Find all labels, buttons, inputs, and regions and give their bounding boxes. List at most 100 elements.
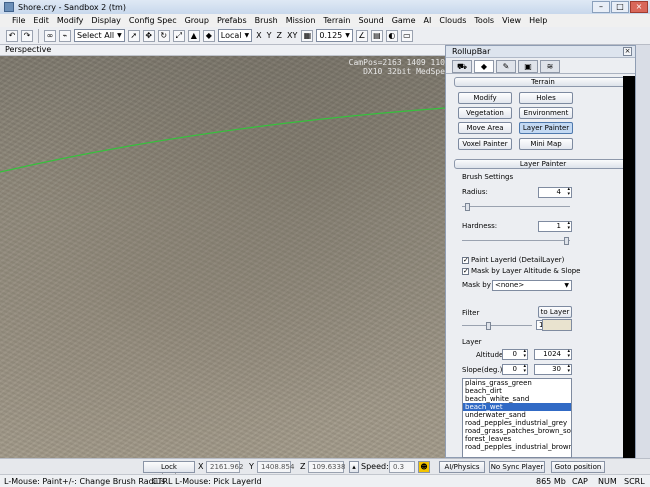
hardness-slider-thumb[interactable] (564, 237, 569, 245)
voxel-painter-button[interactable]: Voxel Painter (458, 138, 512, 150)
viewport-label[interactable]: Perspective (5, 45, 51, 54)
checkmark-icon[interactable]: ✓ (462, 256, 469, 264)
maximize-button[interactable]: □ (611, 1, 629, 13)
environment-button[interactable]: Environment (519, 107, 573, 119)
menu-game[interactable]: Game (388, 16, 420, 25)
redo-icon[interactable]: ↷ (21, 29, 33, 42)
mask-by-dropdown[interactable]: <none> ▼ (492, 280, 572, 291)
axis-x-button[interactable]: X (255, 31, 262, 40)
close-icon[interactable]: × (623, 47, 632, 56)
select-arrow-icon[interactable]: ➚ (127, 29, 140, 42)
menu-view[interactable]: View (498, 16, 525, 25)
filter-slider-thumb[interactable] (486, 322, 491, 330)
move-area-button[interactable]: Move Area (458, 122, 512, 134)
axis-y-button[interactable]: Y (266, 31, 273, 40)
menu-display[interactable]: Display (87, 16, 125, 25)
menu-prefabs[interactable]: Prefabs (213, 16, 251, 25)
undo-icon[interactable]: ↶ (6, 29, 18, 42)
menu-brush[interactable]: Brush (251, 16, 282, 25)
layer-list[interactable]: plains_grass_green beach_dirt beach_whit… (462, 378, 572, 458)
snap-grid-icon[interactable]: ▦ (301, 29, 314, 42)
no-sync-player-button[interactable]: No Sync Player (489, 461, 545, 473)
lock-speed-icon[interactable]: ☻ (418, 461, 430, 473)
minimize-button[interactable]: – (592, 1, 610, 13)
list-item[interactable]: forest_leaves (463, 435, 571, 443)
layer-painter-section-header[interactable]: Layer Painter (454, 159, 624, 169)
altitude-min-input[interactable]: 0 (502, 349, 528, 360)
mask-altitude-checkbox[interactable]: ✓ Mask by Layer Altitude & Slope (462, 267, 581, 275)
material-icon[interactable]: ◐ (385, 29, 398, 42)
hardness-slider[interactable] (462, 237, 570, 246)
tab-modeling-icon[interactable]: ✎ (496, 60, 516, 73)
ai-physics-button[interactable]: AI/Physics (439, 461, 485, 473)
close-button[interactable]: × (630, 1, 648, 13)
vegetation-button[interactable]: Vegetation (458, 107, 512, 119)
x-coordinate-field[interactable]: 2161.962 (206, 461, 243, 473)
filter-color-swatch[interactable] (542, 319, 572, 331)
lock-selection-button[interactable]: Lock Selection (143, 461, 195, 481)
menu-sound[interactable]: Sound (354, 16, 387, 25)
list-item[interactable]: road_pepples_industrial_brown (463, 443, 571, 451)
tab-display-icon[interactable]: ▣ (518, 60, 538, 73)
terrain-section-header[interactable]: Terrain (454, 77, 624, 87)
modify-button[interactable]: Modify (458, 92, 512, 104)
unlink-icon[interactable]: ⌁ (59, 29, 71, 42)
list-item[interactable]: road_grass_patches_brown_soil (463, 427, 571, 435)
y-coordinate-field[interactable]: 1408.854 (257, 461, 294, 473)
menu-ai[interactable]: AI (420, 16, 436, 25)
radius-slider[interactable] (462, 203, 570, 212)
grid-size-dropdown[interactable]: 0.125 ▼ (316, 29, 353, 42)
object-snap-icon[interactable]: ◆ (202, 29, 215, 42)
slope-min-input[interactable]: 0 (502, 364, 528, 375)
tab-objects-icon[interactable]: ⛟ (452, 60, 472, 73)
layer-painter-button[interactable]: Layer Painter (519, 122, 573, 134)
layer-icon[interactable]: ▤ (370, 29, 383, 42)
radius-input[interactable]: 4 (538, 187, 572, 198)
list-item[interactable]: road_pepples_industrial_grey (463, 419, 571, 427)
tab-layers-icon[interactable]: ≋ (540, 60, 560, 73)
rotate-icon[interactable]: ↻ (157, 29, 170, 42)
list-item[interactable]: beach_white_sand (463, 395, 571, 403)
menu-group[interactable]: Group (181, 16, 213, 25)
menu-tools[interactable]: Tools (470, 16, 498, 25)
menu-modify[interactable]: Modify (53, 16, 88, 25)
selection-dropdown[interactable]: Select All ▼ (74, 29, 125, 42)
paint-layerid-checkbox[interactable]: ✓ Paint LayerId (DetailLayer) (462, 256, 564, 264)
coord-system-dropdown[interactable]: Local ▼ (217, 29, 253, 42)
menu-terrain[interactable]: Terrain (319, 16, 354, 25)
altitude-max-input[interactable]: 1024 (534, 349, 572, 360)
radius-slider-thumb[interactable] (465, 203, 470, 211)
filter-slider[interactable] (462, 322, 532, 331)
menu-mission[interactable]: Mission (282, 16, 320, 25)
axis-z-button[interactable]: Z (276, 31, 283, 40)
menu-file[interactable]: File (8, 16, 29, 25)
axis-xy-button[interactable]: XY (286, 31, 298, 40)
menu-help[interactable]: Help (525, 16, 551, 25)
to-layer-button[interactable]: to Layer (538, 306, 572, 318)
console-icon[interactable]: ▭ (400, 29, 413, 42)
hardness-input[interactable]: 1 (538, 221, 572, 232)
rollup-scrollbar[interactable] (623, 76, 635, 458)
tab-terrain-icon[interactable]: ◆ (474, 60, 494, 73)
perspective-viewport[interactable]: CamPos=2163 1409 110 DX10 32bit MedSpe (0, 56, 445, 458)
z-coordinate-field[interactable]: 109.6338 (308, 461, 345, 473)
menu-clouds[interactable]: Clouds (435, 16, 470, 25)
list-item[interactable]: underwater_sand (463, 411, 571, 419)
snap-angle-icon[interactable]: ∠ (355, 29, 368, 42)
terrain-follow-icon[interactable]: ▴ (349, 461, 359, 473)
menu-config-spec[interactable]: Config Spec (125, 16, 181, 25)
menu-edit[interactable]: Edit (29, 16, 53, 25)
mini-map-button[interactable]: Mini Map (519, 138, 573, 150)
link-icon[interactable]: ∞ (44, 29, 56, 42)
list-item-selected[interactable]: beach_wet (463, 403, 571, 411)
speed-input[interactable]: 0.3 (389, 461, 415, 473)
list-item[interactable]: beach_dirt (463, 387, 571, 395)
holes-button[interactable]: Holes (519, 92, 573, 104)
terrain-snap-icon[interactable]: ▲ (187, 29, 200, 42)
list-item[interactable]: plains_grass_green (463, 379, 571, 387)
move-icon[interactable]: ✥ (142, 29, 155, 42)
slope-max-input[interactable]: 30 (534, 364, 572, 375)
scale-icon[interactable]: ⤢ (172, 29, 185, 42)
goto-position-button[interactable]: Goto position (551, 461, 605, 473)
checkmark-icon[interactable]: ✓ (462, 267, 469, 275)
